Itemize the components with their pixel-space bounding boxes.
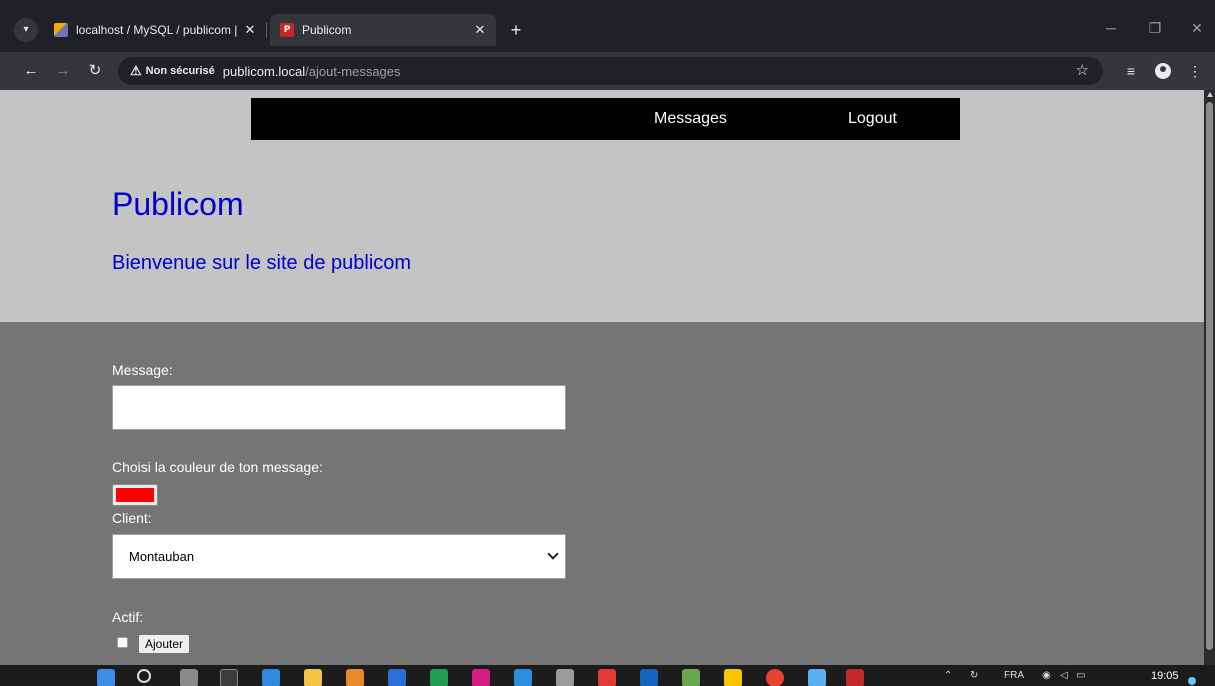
app-pink-icon[interactable] (472, 669, 490, 686)
color-picker[interactable] (112, 484, 158, 506)
site-header: Messages Logout Publicom Bienvenue sur l… (0, 90, 1204, 322)
browser-toolbar: ← → ↻ ⚠ Non sécurisé publicom.local/ajou… (0, 52, 1215, 90)
word-icon[interactable] (388, 669, 406, 686)
minimize-icon[interactable]: ─ (1096, 14, 1126, 42)
color-picker-swatch (116, 488, 154, 502)
actif-checkbox[interactable] (117, 637, 128, 648)
phpmyadmin-icon (54, 23, 68, 37)
chevron-down-icon (547, 548, 559, 560)
tab-close-icon[interactable]: ✕ (470, 22, 490, 38)
notepad-icon[interactable] (808, 669, 826, 686)
notepadpp-icon[interactable] (682, 669, 700, 686)
nav-link-messages[interactable]: Messages (654, 98, 727, 140)
scrollbar-thumb[interactable] (1206, 102, 1213, 650)
security-chip[interactable]: ⚠ Non sécurisé (126, 63, 223, 79)
page-subtitle: Bienvenue sur le site de publicom (112, 252, 412, 274)
scroll-up-arrow-icon[interactable] (1207, 92, 1213, 97)
tray-chevron-up-icon[interactable]: ⌃ (944, 670, 952, 681)
publicom-taskbar-icon[interactable] (846, 669, 864, 686)
tab-search-chevron-icon[interactable]: ▾ (14, 18, 38, 42)
security-label: Non sécurisé (145, 65, 215, 77)
tray-wifi-icon[interactable]: ◉ (1042, 670, 1051, 681)
taskbar-clock[interactable]: 19:05 (1151, 670, 1179, 682)
ajouter-button[interactable]: Ajouter (138, 634, 191, 654)
tray-language[interactable]: FRA (1004, 670, 1024, 681)
publicom-favicon: P (280, 23, 294, 37)
excel-icon[interactable] (430, 669, 448, 686)
tab-publicom[interactable]: P Publicom ✕ (270, 14, 496, 46)
tab-separator (266, 22, 267, 38)
message-label: Message: (112, 362, 173, 378)
bookmark-star-icon[interactable]: ☆ (1076, 61, 1089, 79)
photos-icon[interactable] (346, 669, 364, 686)
os-taskbar: ⌃ ↻ FRA ◉ ◁ ▭ 19:05 (0, 665, 1215, 686)
window-close-icon[interactable]: ✕ (1182, 14, 1212, 42)
terminal-icon[interactable] (220, 669, 238, 686)
restore-icon[interactable]: ❐ (1140, 14, 1170, 42)
nav-link-logout[interactable]: Logout (848, 98, 897, 140)
browser-tab-bar: ▾ localhost / MySQL / publicom | ✕ P Pub… (0, 0, 1215, 52)
sticky-notes-icon[interactable] (724, 669, 742, 686)
app-blue-icon[interactable] (640, 669, 658, 686)
url-path: /ajout-messages (305, 63, 401, 79)
warning-icon: ⚠ (130, 63, 142, 78)
tab-title: Publicom (302, 23, 352, 37)
tray-sync-icon[interactable]: ↻ (970, 670, 978, 681)
paint-icon[interactable] (556, 669, 574, 686)
client-select[interactable]: Montauban (112, 534, 566, 579)
color-label: Choisi la couleur de ton message: (112, 459, 323, 475)
page-viewport: Messages Logout Publicom Bienvenue sur l… (0, 90, 1204, 665)
tray-volume-icon[interactable]: ◁ (1060, 670, 1068, 681)
top-nav: Messages Logout (251, 98, 960, 140)
profile-icon[interactable] (1152, 60, 1174, 82)
vscode-icon[interactable] (514, 669, 532, 686)
settings-gear-icon[interactable] (180, 669, 198, 686)
client-label: Client: (112, 510, 152, 526)
new-tab-button[interactable]: + (502, 16, 530, 44)
tray-battery-icon[interactable]: ▭ (1076, 670, 1085, 681)
tab-phpmyadmin[interactable]: localhost / MySQL / publicom | ✕ (46, 14, 266, 46)
chrome-icon[interactable] (766, 669, 784, 686)
url-host: publicom.local (222, 63, 306, 79)
filezilla-icon[interactable] (598, 669, 616, 686)
message-input[interactable] (112, 385, 566, 430)
page-scrollbar[interactable] (1204, 90, 1215, 665)
file-explorer-icon[interactable] (304, 669, 322, 686)
back-icon[interactable]: ← (20, 60, 42, 82)
tab-title: localhost / MySQL / publicom | (76, 23, 238, 37)
search-icon[interactable] (137, 669, 151, 683)
page-title: Publicom (112, 186, 244, 222)
reading-list-icon[interactable]: ≡ (1120, 60, 1142, 82)
forward-icon[interactable]: → (52, 60, 74, 82)
menu-kebab-icon[interactable]: ⋮ (1184, 60, 1206, 82)
client-selected-value: Montauban (129, 549, 195, 564)
start-icon[interactable] (97, 669, 115, 686)
tab-close-icon[interactable]: ✕ (240, 22, 260, 38)
reload-icon[interactable]: ↻ (84, 60, 106, 82)
notification-dot-icon[interactable] (1188, 677, 1196, 685)
store-icon[interactable] (262, 669, 280, 686)
actif-label: Actif: (112, 609, 144, 625)
address-bar[interactable]: ⚠ Non sécurisé publicom.local/ajout-mess… (118, 57, 1103, 85)
